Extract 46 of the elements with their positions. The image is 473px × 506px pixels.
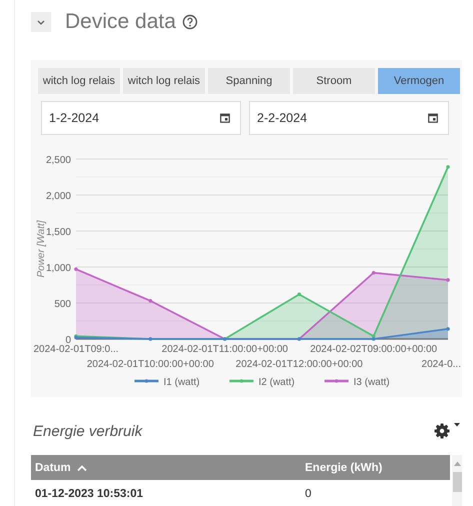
tab[interactable]: Spanning: [208, 68, 290, 94]
axis-label: 2,000: [46, 191, 71, 202]
axis-label: 2,500: [46, 155, 71, 166]
data-point: [446, 278, 450, 282]
table-title: Energie verbruik: [33, 422, 142, 440]
legend-label[interactable]: I3 (watt): [354, 377, 390, 388]
axis-title: Power [Watt]: [36, 220, 47, 278]
legend-label[interactable]: I2 (watt): [258, 377, 295, 388]
calendar-icon[interactable]: [220, 113, 230, 123]
table-cell: 0: [301, 480, 450, 506]
legend-label[interactable]: I1 (watt): [164, 377, 200, 388]
chevron-icon: [37, 20, 45, 24]
settings-icon: [434, 423, 450, 439]
axis-label: 2024-02-01T10:00:00+00:00: [86, 359, 214, 370]
legend-line-icon[interactable]: [324, 379, 348, 383]
collapse-button[interactable]: [31, 12, 51, 32]
help-icon[interactable]: [182, 14, 198, 30]
legend-line-icon[interactable]: [134, 379, 158, 383]
scrollbar[interactable]: [452, 455, 462, 506]
axis-label: 1,000: [46, 263, 71, 274]
tab[interactable]: witch log relais: [123, 68, 205, 94]
data-point: [148, 299, 152, 303]
section-title: Device data: [65, 10, 176, 34]
tab[interactable]: witch log relais: [38, 68, 120, 94]
data-point: [446, 327, 450, 331]
calendar-icon[interactable]: [428, 113, 438, 123]
sort-up-icon: [76, 464, 87, 470]
axis-label: 2024-02-01T09:0...: [33, 344, 119, 355]
data-point: [446, 165, 450, 169]
axis-label: 500: [54, 299, 71, 310]
axis-label: 2024-0...: [422, 359, 461, 370]
axis-label: 1,500: [46, 227, 71, 238]
date-field[interactable]: 2-2-2024: [249, 101, 449, 135]
axis-label: 2024-02-01T12:00:00+00:00: [236, 359, 363, 370]
tab[interactable]: Vermogen: [378, 68, 460, 94]
settings-button[interactable]: [434, 423, 460, 439]
table-cell: 01-12-2023 10:53:01: [31, 480, 301, 506]
date-field[interactable]: 1-2-2024: [41, 101, 241, 135]
data-point: [372, 270, 376, 275]
axis-label: 2024-02-01T11:00:00+00:00: [162, 344, 288, 355]
axis-label: 0: [65, 335, 71, 346]
tab[interactable]: Stroom: [293, 68, 375, 94]
caret-icon: [454, 423, 460, 427]
axis-label: 2024-02-02T09:00:00+00:00: [310, 344, 438, 355]
data-point: [74, 267, 78, 271]
data-point: [297, 292, 301, 296]
